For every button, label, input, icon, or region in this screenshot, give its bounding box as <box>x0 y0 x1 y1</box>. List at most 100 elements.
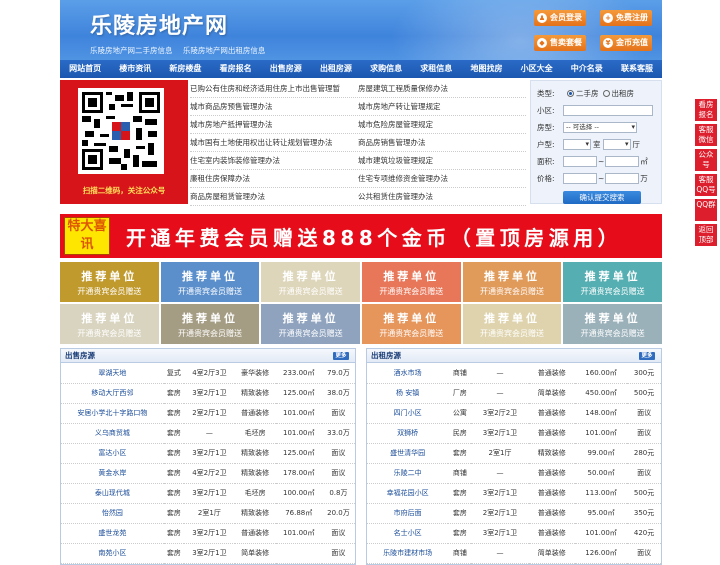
policy-link[interactable]: 公共租赁住房管理办法 <box>358 188 526 205</box>
recommend-cell[interactable]: 推荐单位 开通贵宾会员赠送 <box>160 304 260 344</box>
recommend-cell[interactable]: 推荐单位 开通贵宾会员赠送 <box>462 262 562 302</box>
side-viewing-signup[interactable]: 看房报名 <box>695 99 717 121</box>
recommend-cell[interactable]: 推荐单位 开通贵宾会员赠送 <box>462 304 562 344</box>
nav-map[interactable]: 地图找房 <box>461 60 511 78</box>
recommend-cell[interactable]: 推荐单位 开通贵宾会员赠送 <box>563 304 662 344</box>
recommend-cell[interactable]: 推荐单位 开通贵宾会员赠送 <box>361 262 461 302</box>
nav-agencies[interactable]: 中介名录 <box>562 60 612 78</box>
side-back-to-top[interactable]: 返回顶部 <box>695 224 717 246</box>
radio-secondhand[interactable] <box>567 90 574 97</box>
register-button[interactable]: + 免费注册 <box>600 10 652 26</box>
link-rent-info[interactable]: 乐陵房地产网出租房信息 <box>183 46 266 55</box>
policy-link[interactable]: 住宅室内装饰装修管理办法 <box>190 152 358 169</box>
table-row[interactable]: 怡然园 套房 2室1厅 精致装修 76.88㎡ 20.0万 <box>61 503 355 524</box>
link-sale-info[interactable]: 乐陵房地产网二手房信息 <box>90 46 173 55</box>
recommend-cell[interactable]: 推荐单位 开通贵宾会员赠送 <box>60 262 159 302</box>
recommend-cell[interactable]: 推荐单位 开通贵宾会员赠送 <box>60 304 159 344</box>
table-row[interactable]: 翠湖天地 复式 4室2厅3卫 豪华装修 233.00㎡ 79.0万 <box>61 363 355 384</box>
nav-for-rent[interactable]: 出租房源 <box>311 60 361 78</box>
policy-link[interactable]: 城市国有土地使用权出让转让规划管理办法 <box>190 134 358 151</box>
radio-rental[interactable] <box>602 90 610 97</box>
package-button[interactable]: ◆ 售卖套餐 <box>534 35 586 51</box>
policy-link[interactable]: 已购公有住房和经济适用住房上市出售管理暂 <box>190 80 358 97</box>
table-row[interactable]: 双狮桥 民房 3室2厅1卫 普通装修 101.00㎡ 面议 <box>367 423 661 444</box>
nav-news[interactable]: 楼市资讯 <box>110 60 160 78</box>
recommend-cell[interactable]: 推荐单位 开通贵宾会员赠送 <box>361 304 461 344</box>
listing-name[interactable]: 市府后面 <box>367 503 449 524</box>
housetype-select[interactable]: -- 可选择 -- <box>563 122 637 133</box>
community-input[interactable] <box>563 105 653 116</box>
listing-name[interactable]: 名士小区 <box>367 523 449 544</box>
listing-name[interactable]: 双狮桥 <box>367 423 449 444</box>
price-min-input[interactable] <box>563 173 597 184</box>
nav-for-sale[interactable]: 出售房源 <box>261 60 311 78</box>
listing-name[interactable]: 四门小区 <box>367 403 449 424</box>
table-row[interactable]: 名士小区 套房 3室2厅1卫 普通装修 101.00㎡ 420元 <box>367 523 661 544</box>
nav-viewing-signup[interactable]: 看房报名 <box>211 60 261 78</box>
room-select[interactable] <box>563 139 591 150</box>
listing-name[interactable]: 乐陵二中 <box>367 463 449 484</box>
side-service-wechat[interactable]: 客服微信 <box>695 124 717 146</box>
recommend-cell[interactable]: 推荐单位 开通贵宾会员赠送 <box>563 262 662 302</box>
policy-link[interactable]: 房屋建筑工程质量保修办法 <box>358 80 526 97</box>
promo-banner[interactable]: 特大喜讯 开通年费会员赠送888个金币（置顶房源用） <box>60 214 662 258</box>
sale-more-button[interactable]: 更多 <box>333 352 349 360</box>
table-row[interactable]: 幸福花园小区 套房 3室2厅1卫 普通装修 113.00㎡ 500元 <box>367 483 661 504</box>
listing-name[interactable]: 南苑小区 <box>61 543 164 564</box>
nav-communities[interactable]: 小区大全 <box>512 60 562 78</box>
table-row[interactable]: 乐陵二中 商铺 — 普通装修 50.00㎡ 面议 <box>367 463 661 484</box>
policy-link[interactable]: 商品房销售管理办法 <box>358 134 526 151</box>
table-row[interactable]: 盛世龙苑 套房 3室2厅1卫 普通装修 101.00㎡ 面议 <box>61 523 355 544</box>
price-max-input[interactable] <box>605 173 640 184</box>
listing-name[interactable]: 乐陵市建材市场 <box>367 543 449 564</box>
nav-new-homes[interactable]: 新房楼盘 <box>160 60 210 78</box>
table-row[interactable]: 市府后面 套房 2室2厅1卫 普通装修 95.00㎡ 350元 <box>367 503 661 524</box>
recommend-cell[interactable]: 推荐单位 开通贵宾会员赠送 <box>160 262 260 302</box>
listing-name[interactable]: 富达小区 <box>61 443 164 464</box>
listing-name[interactable]: 泰山现代城 <box>61 483 164 504</box>
table-row[interactable]: 泰山现代城 套房 3室2厅1卫 毛坯房 100.00㎡ 0.8万 <box>61 483 355 504</box>
recommend-cell[interactable]: 推荐单位 开通贵宾会员赠送 <box>261 262 360 302</box>
area-min-input[interactable] <box>563 156 597 167</box>
login-button[interactable]: ♟ 会员登录 <box>534 10 586 26</box>
recommend-cell[interactable]: 推荐单位 开通贵宾会员赠送 <box>261 304 360 344</box>
table-row[interactable]: 杨 安镇 厂房 — 简单装修 450.00㎡ 500元 <box>367 383 661 404</box>
table-row[interactable]: 富达小区 套房 3室2厅1卫 精致装修 125.00㎡ 面议 <box>61 443 355 464</box>
search-submit-button[interactable]: 确认提交搜索 <box>563 191 641 204</box>
policy-link[interactable]: 城市房地产转让管理规定 <box>358 98 526 115</box>
table-row[interactable]: 酒水市场 商铺 — 普通装修 160.00㎡ 300元 <box>367 363 661 384</box>
policy-link[interactable]: 城市商品房预售管理办法 <box>190 98 358 115</box>
policy-link[interactable]: 住宅专项维修资金管理办法 <box>358 170 526 187</box>
rent-more-button[interactable]: 更多 <box>639 352 655 360</box>
listing-name[interactable]: 安居小学北十字路口物 <box>61 403 164 424</box>
listing-name[interactable]: 翠湖天地 <box>61 363 164 384</box>
policy-link[interactable]: 城市建筑垃圾管理规定 <box>358 152 526 169</box>
policy-link[interactable]: 廉租住房保障办法 <box>190 170 358 187</box>
table-row[interactable]: 盛世清华园 套房 2室1厅 精致装修 99.00㎡ 280元 <box>367 443 661 464</box>
nav-want-buy[interactable]: 求购信息 <box>361 60 411 78</box>
table-row[interactable]: 黄金水岸 套房 4室2厅2卫 精致装修 178.00㎡ 面议 <box>61 463 355 484</box>
nav-service[interactable]: 联系客服 <box>612 60 662 78</box>
site-logo[interactable]: 乐陵房地产网 <box>90 8 228 40</box>
table-row[interactable]: 乐陵市建材市场 商铺 — 简单装修 126.00㎡ 面议 <box>367 543 661 564</box>
listing-name[interactable]: 盛世清华园 <box>367 443 449 464</box>
listing-name[interactable]: 怡然园 <box>61 503 164 524</box>
table-row[interactable]: 安居小学北十字路口物 套房 2室2厅1卫 普通装修 101.00㎡ 面议 <box>61 403 355 424</box>
nav-home[interactable]: 网站首页 <box>60 60 110 78</box>
listing-name[interactable]: 黄金水岸 <box>61 463 164 484</box>
side-service-qq[interactable]: 客服QQ号 <box>695 174 717 196</box>
nav-want-rent[interactable]: 求租信息 <box>411 60 461 78</box>
hall-select[interactable] <box>602 139 631 150</box>
table-row[interactable]: 南苑小区 套房 3室2厅1卫 简单装修 面议 <box>61 543 355 564</box>
policy-link[interactable]: 商品房屋租赁管理办法 <box>190 188 358 205</box>
table-row[interactable]: 义乌商贸城 套房 — 毛坯房 101.00㎡ 33.0万 <box>61 423 355 444</box>
recharge-button[interactable]: ¥ 金币充值 <box>600 35 652 51</box>
policy-link[interactable]: 城市房地产抵押管理办法 <box>190 116 358 133</box>
listing-name[interactable]: 盛世龙苑 <box>61 523 164 544</box>
listing-name[interactable]: 移动大厅西邻 <box>61 383 164 404</box>
listing-name[interactable]: 义乌商贸城 <box>61 423 164 444</box>
table-row[interactable]: 四门小区 公寓 3室2厅2卫 普通装修 148.00㎡ 面议 <box>367 403 661 424</box>
table-row[interactable]: 移动大厅西邻 套房 3室2厅1卫 精致装修 125.00㎡ 38.0万 <box>61 383 355 404</box>
listing-name[interactable]: 杨 安镇 <box>367 383 449 404</box>
listing-name[interactable]: 幸福花园小区 <box>367 483 449 504</box>
